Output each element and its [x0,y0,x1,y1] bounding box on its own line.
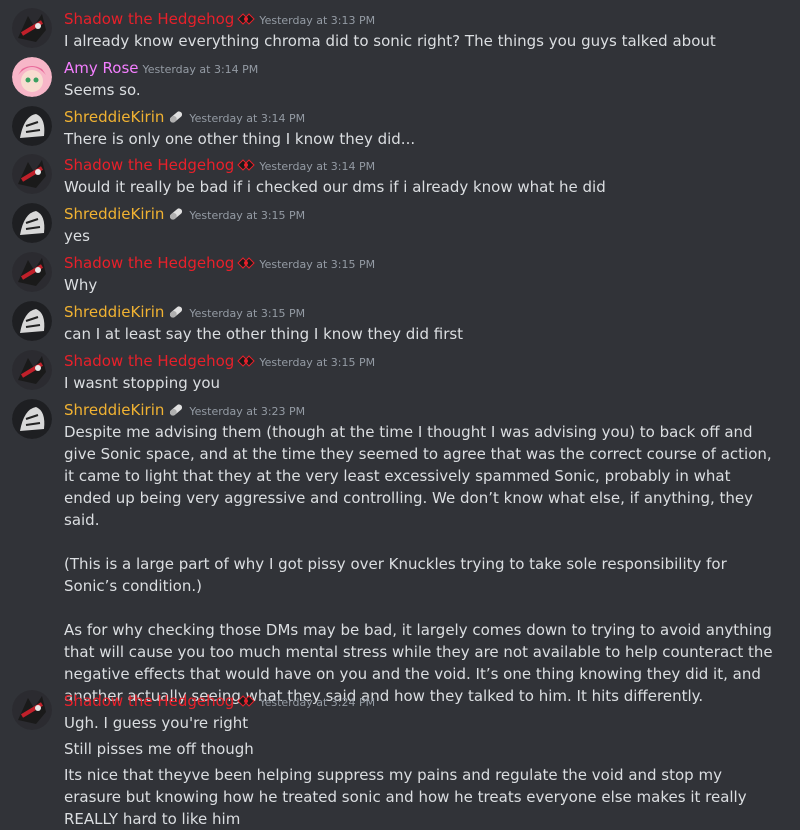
shadow-emblem-icon [237,352,256,374]
timestamp: Yesterday at 3:24 PM [259,696,376,709]
username[interactable]: ShreddieKirin [64,108,164,126]
message-paragraph: (This is a large part of why I got pissy… [64,555,727,595]
shadow-emblem-icon [237,692,256,714]
avatar-amy[interactable] [12,57,52,97]
avatar-shadow[interactable] [12,690,52,730]
shadow-emblem-icon [237,156,256,178]
message-paragraph: Despite me advising them (though at the … [64,423,772,529]
timestamp: Yesterday at 3:15 PM [259,356,376,369]
message-text: I wasnt stopping you [64,374,221,392]
timestamp: Yesterday at 3:15 PM [189,307,306,320]
avatar-kirin[interactable] [12,203,52,243]
timestamp: Yesterday at 3:14 PM [142,63,259,76]
shadow-emblem-icon [237,10,256,32]
message-header: ShreddieKirin Yesterday at 3:23 PM [64,399,305,421]
shadow-emblem-icon [237,254,256,276]
avatar-shadow[interactable] [12,350,52,390]
username[interactable]: Shadow the Hedgehog [64,156,234,174]
message-text: I already know everything chroma did to … [64,32,716,50]
message-header: ShreddieKirin Yesterday at 3:15 PM [64,301,305,323]
username[interactable]: ShreddieKirin [64,303,164,321]
pill-icon [167,401,185,423]
message-header: Shadow the Hedgehog Yesterday at 3:24 PM [64,690,375,712]
message-header: Shadow the Hedgehog Yesterday at 3:15 PM [64,252,375,274]
avatar-shadow[interactable] [12,252,52,292]
message-text: Its nice that theyve been helping suppre… [64,766,747,828]
pill-icon [167,108,185,130]
message-text: yes [64,227,90,245]
message-header: Shadow the Hedgehog Yesterday at 3:14 PM [64,154,375,176]
username[interactable]: ShreddieKirin [64,205,164,223]
timestamp: Yesterday at 3:14 PM [189,112,306,125]
message-header: Amy Rose Yesterday at 3:14 PM [64,57,258,79]
message-text: Still pisses me off though [64,740,254,758]
pill-icon [167,303,185,325]
avatar-kirin[interactable] [12,301,52,341]
username[interactable]: Shadow the Hedgehog [64,352,234,370]
timestamp: Yesterday at 3:23 PM [189,405,306,418]
username[interactable]: Shadow the Hedgehog [64,254,234,272]
message-text: There is only one other thing I know the… [64,130,416,148]
username[interactable]: Amy Rose [64,59,139,77]
timestamp: Yesterday at 3:15 PM [189,209,306,222]
timestamp: Yesterday at 3:13 PM [259,14,376,27]
timestamp: Yesterday at 3:15 PM [259,258,376,271]
timestamp: Yesterday at 3:14 PM [259,160,376,173]
message-body: Despite me advising them (though at the … [64,421,780,707]
message-text: Seems so. [64,81,141,99]
avatar-shadow[interactable] [12,154,52,194]
message-header: Shadow the Hedgehog Yesterday at 3:13 PM [64,8,375,30]
username[interactable]: Shadow the Hedgehog [64,10,234,28]
avatar-kirin[interactable] [12,399,52,439]
message-text: Why [64,276,98,294]
avatar-shadow[interactable] [12,8,52,48]
username[interactable]: Shadow the Hedgehog [64,692,234,710]
pill-icon [167,205,185,227]
message-text: can I at least say the other thing I kno… [64,325,464,343]
avatar-kirin[interactable] [12,106,52,146]
message-text: Ugh. I guess you're right [64,714,249,732]
message-header: ShreddieKirin Yesterday at 3:14 PM [64,106,305,128]
message-header: Shadow the Hedgehog Yesterday at 3:15 PM [64,350,375,372]
chat-log: Shadow the Hedgehog Yesterday at 3:13 PM … [0,0,800,828]
message-text: Would it really be bad if i checked our … [64,178,606,196]
message-header: ShreddieKirin Yesterday at 3:15 PM [64,203,305,225]
username[interactable]: ShreddieKirin [64,401,164,419]
